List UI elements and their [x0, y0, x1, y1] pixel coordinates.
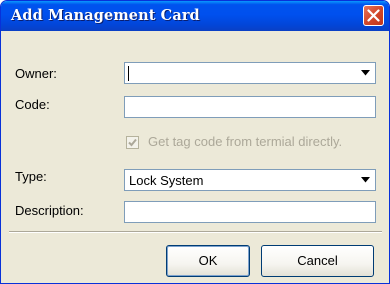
- title-bar[interactable]: Add Management Card: [1, 1, 389, 31]
- ok-button[interactable]: OK: [166, 245, 250, 277]
- get-tag-checkbox[interactable]: [126, 136, 139, 149]
- type-value: Lock System: [129, 173, 204, 188]
- code-input[interactable]: [124, 96, 376, 118]
- owner-select[interactable]: [124, 62, 376, 84]
- owner-dropdown-button[interactable]: [356, 63, 375, 83]
- chevron-down-icon: [361, 70, 370, 76]
- cancel-button[interactable]: Cancel: [261, 245, 374, 277]
- type-label: Type:: [15, 169, 47, 184]
- description-input[interactable]: [124, 201, 376, 223]
- checkmark-icon: [128, 138, 137, 147]
- dialog-window: Add Management Card Owner: Code: Get tag…: [0, 0, 390, 284]
- code-label: Code:: [15, 97, 50, 112]
- owner-label: Owner:: [15, 66, 57, 81]
- window-title: Add Management Card: [11, 7, 200, 24]
- separator: [9, 231, 382, 233]
- get-tag-label: Get tag code from termial directly.: [148, 134, 343, 149]
- type-select[interactable]: Lock System: [124, 169, 376, 191]
- close-icon: [367, 9, 380, 22]
- close-button[interactable]: [363, 5, 384, 26]
- type-dropdown-button[interactable]: [356, 170, 375, 190]
- description-label: Description:: [15, 203, 84, 218]
- chevron-down-icon: [361, 177, 370, 183]
- text-caret: [128, 66, 129, 81]
